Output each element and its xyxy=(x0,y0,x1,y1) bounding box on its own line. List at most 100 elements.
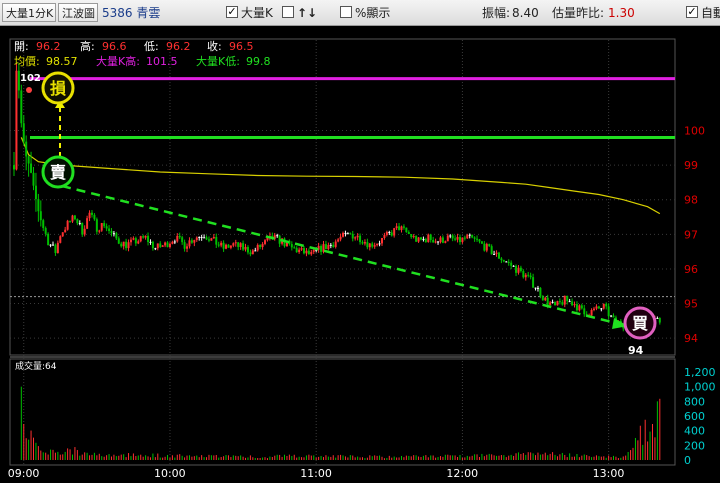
candle-body xyxy=(356,235,359,238)
candle-body xyxy=(193,240,196,243)
candle-body xyxy=(86,218,89,229)
avg-price-label: 均價: xyxy=(14,54,40,68)
candle-body xyxy=(100,223,103,231)
candle-body xyxy=(295,248,298,253)
avg-price-value: 98.57 xyxy=(46,55,78,68)
candle-body xyxy=(105,226,108,229)
candle-body xyxy=(232,243,235,246)
volume-tick-label: 1,000 xyxy=(684,381,716,394)
candle-body xyxy=(527,274,530,276)
candle-body xyxy=(207,239,210,241)
candle-body xyxy=(441,237,444,243)
candle-body xyxy=(195,237,198,241)
candle-body xyxy=(32,172,35,186)
volume-axis: 0 200400 600 8001,000 1,200 xyxy=(684,366,716,467)
candle-body xyxy=(490,246,493,255)
candle-body xyxy=(656,317,659,319)
low-value: 96.2 xyxy=(166,40,191,53)
candle-body xyxy=(310,251,313,255)
candle-body xyxy=(51,244,54,246)
candle-body xyxy=(329,244,332,246)
candle-body xyxy=(522,270,525,278)
candle-body xyxy=(30,163,33,173)
candle-body xyxy=(461,237,464,243)
sort-checkbox[interactable] xyxy=(282,6,294,18)
period-mode-button[interactable]: 大量1分K xyxy=(2,3,56,22)
close-label: 收: xyxy=(207,39,222,53)
pct-checkbox[interactable] xyxy=(340,6,352,18)
candle-body xyxy=(139,236,142,242)
candle-body xyxy=(22,123,25,142)
volume-panel-frame xyxy=(9,358,676,466)
candle-body xyxy=(205,237,208,240)
candle-body xyxy=(122,241,125,247)
candle-body xyxy=(449,235,452,237)
candle-body xyxy=(544,297,547,301)
candle-body xyxy=(266,237,269,241)
auto-checkbox[interactable]: ✓ xyxy=(686,6,698,18)
candle-body xyxy=(605,303,608,307)
candle-body xyxy=(534,287,537,289)
candle-body xyxy=(393,228,396,236)
candle-body xyxy=(278,235,281,244)
candle-body xyxy=(471,234,474,238)
candle-body xyxy=(54,244,57,253)
candle-body xyxy=(536,287,539,289)
candle-body xyxy=(388,231,391,233)
candle-body xyxy=(300,248,303,250)
candle-body xyxy=(466,235,469,239)
price-tick-label: 96 xyxy=(684,263,698,276)
volume-bars xyxy=(20,386,661,460)
candle-body xyxy=(198,236,201,238)
time-tick-label: 11:00 xyxy=(300,467,332,480)
candle-body xyxy=(47,233,50,246)
candle-body xyxy=(517,267,520,273)
candle-body xyxy=(27,156,30,164)
candle-body xyxy=(25,141,28,157)
big-k-low-label: 大量K低: xyxy=(196,54,240,68)
time-tick-label: 13:00 xyxy=(593,467,625,480)
candle-body xyxy=(476,238,479,240)
candle-body xyxy=(434,241,437,243)
candle-body xyxy=(132,238,135,240)
candle-body xyxy=(334,241,337,247)
candle-body xyxy=(568,301,571,303)
candle-body xyxy=(480,241,483,244)
candle-body xyxy=(402,226,405,228)
candle-body xyxy=(229,245,232,248)
auto-label: 自動 xyxy=(701,6,720,20)
candle-body xyxy=(351,233,354,239)
candle-body xyxy=(427,234,430,242)
candle-body xyxy=(142,236,145,238)
candle-body xyxy=(254,250,257,252)
candle-body xyxy=(125,241,128,249)
source-button[interactable]: 江波圖 xyxy=(58,3,98,22)
candle-body xyxy=(456,236,459,240)
price-tick-label: 99 xyxy=(684,159,698,172)
candle-body xyxy=(222,242,225,249)
candle-body xyxy=(244,246,247,250)
sort-icon[interactable]: ↑↓ xyxy=(297,4,317,22)
peak-price-label: 102 xyxy=(20,73,41,84)
candle-body xyxy=(307,250,310,255)
intraday-chart[interactable]: 949596979899100 02004006008001,0001,200 … xyxy=(0,26,720,483)
candle-body xyxy=(56,242,59,253)
candle-body xyxy=(337,239,340,242)
candle-body xyxy=(437,241,440,243)
candle-body xyxy=(290,244,293,248)
candle-body xyxy=(164,242,167,246)
candle-body xyxy=(546,297,549,305)
candle-body xyxy=(600,308,603,310)
candle-body xyxy=(549,302,552,305)
candle-body xyxy=(383,235,386,238)
candle-body xyxy=(607,306,610,317)
grid-lines xyxy=(10,40,675,464)
candle-body xyxy=(371,243,374,247)
time-axis: 09:00 10:00 11:00 12:00 13:00 xyxy=(8,467,625,480)
candle-body xyxy=(220,242,223,246)
candle-body xyxy=(578,305,581,311)
candle-body xyxy=(429,234,432,240)
buy-marker-text: 買 xyxy=(632,314,648,333)
big-k-checkbox[interactable]: ✓ xyxy=(226,6,238,18)
candle-body xyxy=(246,246,249,253)
